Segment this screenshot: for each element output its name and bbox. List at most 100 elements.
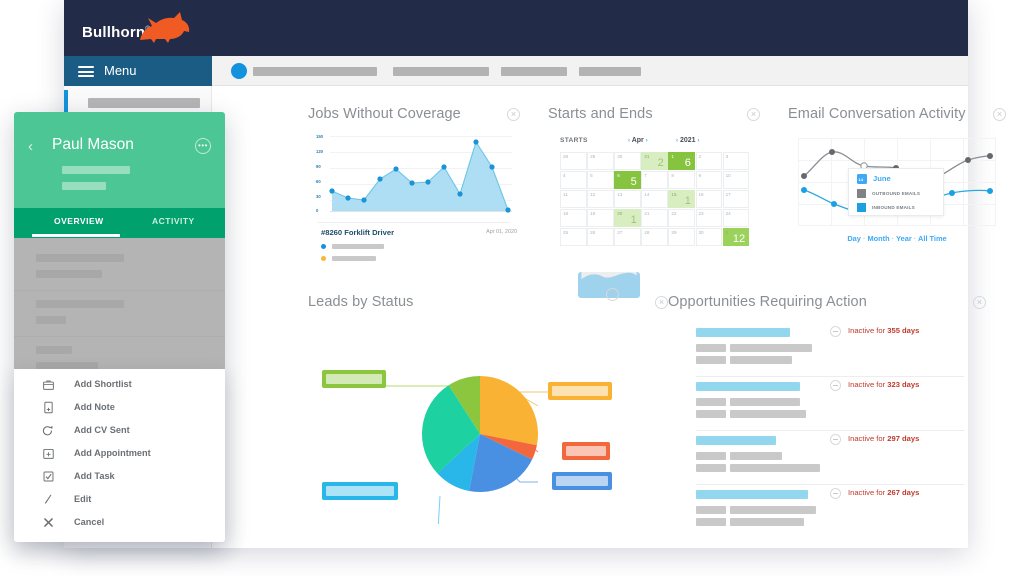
opportunity-meta-placeholder: [696, 452, 726, 460]
context-menu-item-add-appointment[interactable]: Add Appointment: [14, 444, 225, 467]
calendar-day-number: 9: [698, 173, 702, 178]
close-icon[interactable]: ×: [747, 108, 760, 121]
calendar-day-cell[interactable]: 10: [722, 171, 750, 190]
job-reference-title[interactable]: #8260 Forklift Driver: [321, 228, 394, 237]
calendar-day-cell[interactable]: 28: [560, 152, 587, 171]
calendar-day-cell[interactable]: 21: [641, 209, 668, 228]
tab-placeholder[interactable]: [579, 67, 641, 76]
chevron-right-icon[interactable]: ›: [697, 138, 699, 144]
opportunity-meta-placeholder: [696, 410, 726, 418]
range-link-day[interactable]: Day: [847, 234, 861, 243]
menu-bar[interactable]: Menu: [64, 56, 212, 86]
calendar-day-cell[interactable]: 2: [695, 152, 722, 171]
calendar-year[interactable]: 2021: [680, 137, 696, 144]
calendar-day-number: 27: [617, 230, 623, 235]
calendar-day-cell[interactable]: 14: [641, 190, 668, 209]
opportunity-meta-placeholder: [696, 506, 726, 514]
context-menu-item-cancel[interactable]: Cancel: [14, 513, 225, 536]
calendar-day-cell[interactable]: 20 1: [614, 209, 641, 228]
calendar-day-cell[interactable]: 65: [614, 171, 641, 190]
calendar-day-cell[interactable]: 7: [641, 171, 668, 190]
opportunity-meta-placeholder: [730, 464, 820, 472]
tab-placeholder[interactable]: [253, 67, 377, 76]
calendar-mode-label[interactable]: STARTS: [560, 137, 588, 144]
calendar-day-cell[interactable]: 19: [587, 209, 614, 228]
chevron-left-icon[interactable]: ‹: [628, 138, 630, 144]
left-nav-item-placeholder[interactable]: [88, 98, 200, 108]
calendar-day-cell[interactable]: 22: [668, 209, 695, 228]
calendar-day-cell[interactable]: 11: [560, 190, 587, 209]
close-icon[interactable]: ×: [655, 296, 668, 309]
calendar-day-cell[interactable]: 30: [695, 228, 722, 247]
calendar-day-cell[interactable]: 23: [695, 209, 722, 228]
calendar-day-number: 30: [617, 154, 623, 159]
range-link-year[interactable]: Year: [896, 234, 912, 243]
pie-callout-label[interactable]: [322, 482, 398, 500]
calendar-day-cell[interactable]: 15 1: [668, 190, 695, 209]
calendar-day-cell[interactable]: 5: [587, 171, 614, 190]
chevron-left-icon[interactable]: ‹: [676, 138, 678, 144]
separator-dot: ·: [891, 234, 895, 243]
opportunity-row[interactable]: Inactive for 297 days: [696, 434, 964, 484]
calendar-day-cell[interactable]: 26: [587, 228, 614, 247]
context-menu-item-edit[interactable]: Edit: [14, 490, 225, 513]
job-date: Apr 01, 2020: [486, 229, 517, 235]
close-icon[interactable]: ×: [973, 296, 986, 309]
opportunity-row[interactable]: Inactive for 355 days: [696, 326, 964, 376]
divider: [696, 484, 964, 485]
pie-callout-label[interactable]: [322, 370, 386, 388]
calendar-day-cell[interactable]: 17: [722, 190, 750, 209]
calendar-day-cell[interactable]: 12: [587, 190, 614, 209]
calendar-day-cell[interactable]: 28: [641, 228, 668, 247]
calendar-day-cell[interactable]: 3: [722, 152, 750, 171]
ellipsis-icon[interactable]: •••: [195, 138, 211, 154]
calendar-day-cell[interactable]: 30: [614, 152, 641, 171]
hamburger-menu-icon[interactable]: [78, 66, 94, 77]
opportunity-meta-placeholder: [730, 398, 800, 406]
opportunity-row[interactable]: Inactive for 323 days: [696, 380, 964, 430]
context-menu-item-add-task[interactable]: Add Task: [14, 467, 225, 490]
calendar-day-cell[interactable]: 29: [587, 152, 614, 171]
tab-activity[interactable]: ACTIVITY: [152, 216, 195, 226]
calendar-day-cell[interactable]: 29: [668, 228, 695, 247]
chevron-right-icon[interactable]: ›: [646, 138, 648, 144]
pie-callout-label[interactable]: [548, 382, 612, 400]
calendar-day-cell[interactable]: 27: [614, 228, 641, 247]
pie-callout-label[interactable]: [562, 442, 610, 460]
calendar-day-cell[interactable]: 31 2: [641, 152, 668, 171]
active-tab-dot-icon[interactable]: [231, 63, 247, 79]
calendar-day-cell[interactable]: 1 12: [722, 228, 750, 247]
context-menu-item-add-shortlist[interactable]: Add Shortlist: [14, 375, 225, 398]
tab-placeholder[interactable]: [501, 67, 567, 76]
calendar-day-number: 8: [671, 173, 674, 178]
context-menu-item-add-note[interactable]: Add Note: [14, 398, 225, 421]
tab-overview[interactable]: OVERVIEW: [54, 216, 104, 226]
calendar-day-cell[interactable]: 8: [668, 171, 695, 190]
calendar-day-number: 17: [725, 192, 731, 197]
close-icon[interactable]: ×: [507, 108, 520, 121]
context-menu-item-add-cv-sent[interactable]: Add CV Sent: [14, 421, 225, 444]
close-icon[interactable]: ×: [993, 108, 1006, 121]
legend-label-outbound: OUTBOUND EMAILS: [872, 191, 921, 196]
bullhorn-logo[interactable]: Bullhorn®: [82, 10, 202, 48]
range-link-month[interactable]: Month: [867, 234, 889, 243]
calendar-day-cell[interactable]: 25: [560, 228, 587, 247]
tab-placeholder[interactable]: [393, 67, 489, 76]
calendar-day-cell[interactable]: 16: [668, 152, 695, 171]
pie-callout-label[interactable]: [552, 472, 612, 490]
chevron-left-icon[interactable]: ‹: [28, 138, 33, 155]
calendar-day-cell[interactable]: 13: [614, 190, 641, 209]
opportunity-title-placeholder: [696, 382, 800, 391]
calendar-month[interactable]: Apr: [632, 137, 644, 144]
range-link-all-time[interactable]: All Time: [918, 234, 947, 243]
context-menu: Add Shortlist Add Note Add CV Sent Add Appo…: [14, 369, 225, 542]
opportunity-row[interactable]: Inactive for 267 days: [696, 488, 964, 538]
calendar-day-cell[interactable]: 18: [560, 209, 587, 228]
calendar-day-number: 5: [590, 173, 593, 178]
calendar-day-cell[interactable]: 24: [722, 209, 750, 228]
calendar-day-cell[interactable]: 4: [560, 171, 587, 190]
calendar-day-cell[interactable]: 9: [695, 171, 722, 190]
calendar-day-number: 6: [617, 173, 620, 178]
calendar-day-cell[interactable]: 16: [695, 190, 722, 209]
widget-title: Opportunities Requiring Action: [668, 294, 867, 310]
